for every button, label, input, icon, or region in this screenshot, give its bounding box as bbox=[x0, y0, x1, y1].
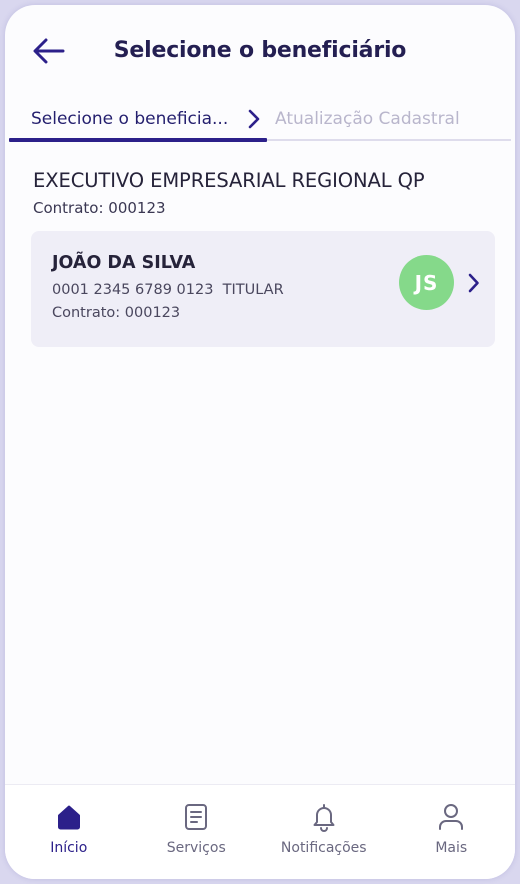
beneficiary-card[interactable]: JOÃO DA SILVA 0001 2345 6789 0123 TITULA… bbox=[31, 231, 495, 347]
step-track bbox=[267, 139, 511, 141]
chevron-right-icon bbox=[243, 107, 265, 131]
nav-item-mais[interactable]: Mais bbox=[388, 785, 516, 879]
page-title: Selecione o beneficiário bbox=[113, 38, 407, 63]
beneficiary-contract: Contrato: 000123 bbox=[52, 305, 181, 321]
beneficiary-name: JOÃO DA SILVA bbox=[52, 253, 196, 273]
avatar: JS bbox=[399, 255, 454, 310]
nav-item-inicio[interactable]: Início bbox=[5, 785, 133, 879]
nav-label-servicos: Serviços bbox=[166, 840, 226, 856]
header: Selecione o beneficiário bbox=[5, 5, 515, 101]
chevron-right-icon bbox=[463, 271, 483, 295]
document-icon bbox=[181, 802, 211, 832]
beneficiary-card-number: 0001 2345 6789 0123 TITULAR bbox=[52, 282, 284, 298]
step-select-beneficiary[interactable]: Selecione o beneficia... bbox=[31, 109, 228, 129]
user-icon bbox=[436, 802, 466, 832]
home-icon bbox=[54, 802, 84, 832]
company-name: EXECUTIVO EMPRESARIAL REGIONAL QP bbox=[33, 169, 425, 192]
nav-label-inicio: Início bbox=[50, 840, 88, 856]
nav-item-servicos[interactable]: Serviços bbox=[133, 785, 261, 879]
nav-label-notificacoes: Notificações bbox=[280, 840, 367, 856]
step-registration-update[interactable]: Atualização Cadastral bbox=[275, 109, 460, 129]
app-screen: Selecione o beneficiário Selecione o ben… bbox=[5, 5, 515, 879]
nav-label-mais: Mais bbox=[435, 840, 468, 856]
bell-icon bbox=[309, 802, 339, 832]
bottom-navigation: Início Serviços Notificações Mais bbox=[5, 784, 515, 879]
nav-item-notificacoes[interactable]: Notificações bbox=[260, 785, 388, 879]
active-step-indicator bbox=[9, 138, 267, 142]
stepper: Selecione o beneficia... Atualização Cad… bbox=[9, 101, 511, 145]
company-contract: Contrato: 000123 bbox=[33, 199, 166, 217]
